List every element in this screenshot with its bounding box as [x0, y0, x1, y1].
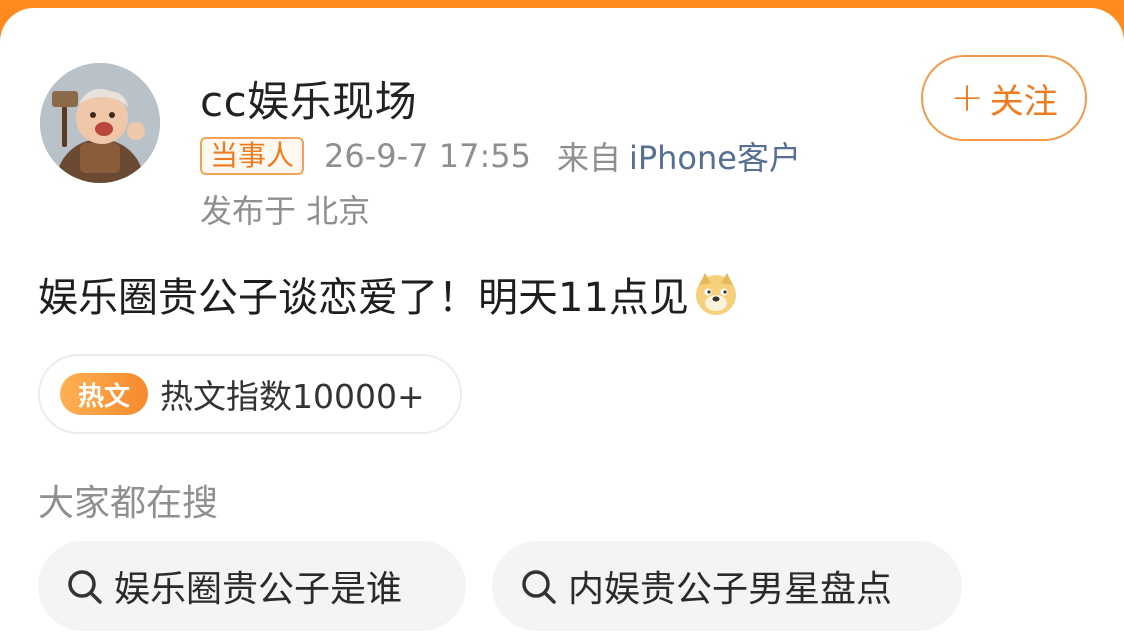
hot-index-text: 热文指数10000+	[160, 377, 425, 416]
trending-search-title: 大家都在搜	[38, 483, 219, 524]
search-chip[interactable]: 内娱贵公子男星盘点	[492, 541, 962, 631]
post-meta: 当事人 26-9-7 17:55 来自 iPhone客户	[200, 133, 801, 179]
post-text: 娱乐圈贵公子谈恋爱了！明天11点见	[38, 275, 689, 321]
search-chip[interactable]: 娱乐圈贵公子是谁	[38, 541, 466, 631]
username[interactable]: cc娱乐现场	[200, 68, 417, 129]
hot-tag: 热文	[60, 373, 148, 415]
post-card: cc娱乐现场 + 关注 当事人 26-9-7 17:55 来自 iPhone客户…	[0, 8, 1124, 644]
follow-label: 关注	[989, 81, 1058, 122]
source-label: 来自	[556, 139, 621, 177]
hot-index-pill[interactable]: 热文 热文指数10000+	[38, 354, 462, 434]
source-device-link[interactable]: iPhone客户	[629, 133, 801, 179]
plus-icon: +	[950, 75, 984, 121]
avatar-image	[40, 63, 160, 183]
follow-button[interactable]: + 关注	[921, 55, 1087, 141]
avatar[interactable]	[40, 63, 160, 183]
post-time: 26-9-7 17:55	[324, 137, 531, 175]
search-chip-label: 内娱贵公子男星盘点	[568, 569, 893, 610]
search-icon	[68, 570, 102, 604]
text-fade	[820, 136, 920, 180]
post-location: 发布于 北京	[200, 192, 371, 230]
status-badge: 当事人	[200, 137, 305, 175]
search-chip-label: 娱乐圈贵公子是谁	[114, 569, 403, 610]
post-body: 娱乐圈贵公子谈恋爱了！明天11点见	[38, 265, 739, 323]
search-icon	[522, 570, 556, 604]
doge-emoji-icon	[695, 273, 736, 315]
